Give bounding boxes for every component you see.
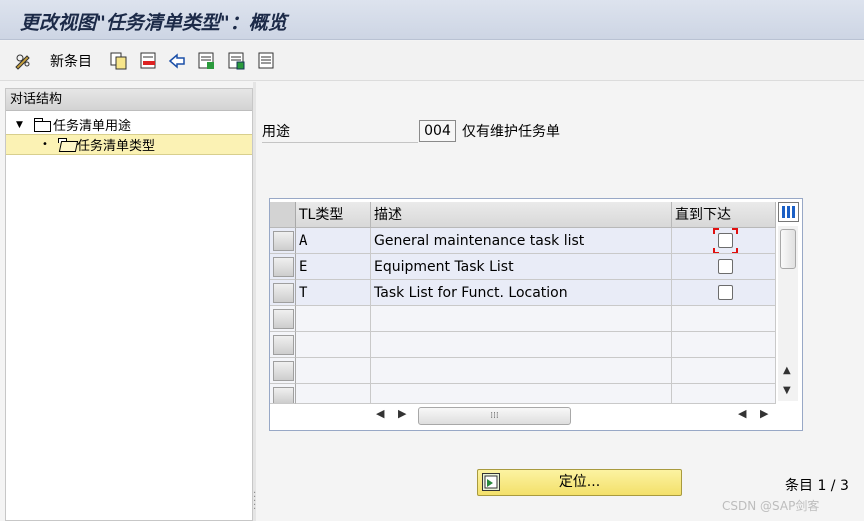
description-cell[interactable] [371, 332, 672, 358]
until-release-cell [672, 384, 776, 404]
usage-field[interactable]: 004 [419, 120, 456, 142]
open-folder-icon [58, 138, 75, 151]
tree-item-task-list-usage[interactable]: ▼ 任务清单用途 [6, 114, 252, 135]
table-row: A General maintenance task list [270, 228, 776, 254]
application-toolbar: 新条目 [0, 41, 864, 81]
select-all-rows-cell[interactable] [270, 202, 296, 228]
scroll-left-icon[interactable]: ◀ [376, 407, 384, 420]
deselect-all-icon [258, 52, 276, 70]
description-cell[interactable]: Equipment Task List [371, 254, 672, 280]
entry-counter: 条目 1 / 3 [785, 478, 849, 494]
tl-type-cell[interactable]: A [296, 228, 371, 254]
splitter-grip-icon: · · · · · [253, 488, 257, 515]
tl-type-cell[interactable] [296, 358, 371, 384]
folder-icon [34, 118, 51, 132]
bullet-icon: • [42, 139, 48, 150]
pencil-glasses-icon [14, 52, 32, 70]
row-selector[interactable] [270, 332, 296, 358]
select-block-icon [228, 52, 246, 70]
until-release-cell [672, 280, 776, 306]
horizontal-scrollbar[interactable]: ◀ ▶ ⁞⁞⁞ ◀ ▶ [370, 405, 775, 425]
empty-table-row [270, 384, 776, 404]
empty-table-row [270, 332, 776, 358]
undo-button[interactable] [168, 51, 186, 71]
column-configuration-icon[interactable] [778, 202, 799, 222]
undo-icon [168, 52, 186, 70]
dialog-structure-panel: 对话结构 ▼ 任务清单用途 • 任务清单类型 [5, 88, 253, 521]
tree-item-label: 任务清单类型 [77, 139, 156, 154]
copy-icon [110, 52, 128, 70]
tree-item-task-list-type[interactable]: • 任务清单类型 [6, 134, 252, 155]
description-cell[interactable] [371, 306, 672, 332]
tl-type-cell[interactable]: E [296, 254, 371, 280]
select-block-button[interactable] [228, 51, 246, 71]
until-release-cell [672, 254, 776, 280]
horizontal-scroll-thumb[interactable]: ⁞⁞⁞ [418, 407, 571, 425]
row-selector[interactable] [270, 358, 296, 384]
scroll-left-end-icon[interactable]: ◀ [738, 407, 746, 420]
tl-type-cell[interactable]: T [296, 280, 371, 306]
dialog-structure-header: 对话结构 [6, 89, 252, 111]
until-release-checkbox[interactable] [718, 233, 733, 248]
until-release-checkbox[interactable] [718, 259, 733, 274]
panel-splitter[interactable]: · · · · · [253, 82, 256, 521]
new-entries-button[interactable]: 新条目 [38, 51, 92, 71]
usage-description: 仅有维护任务单 [462, 124, 560, 140]
table-header-row: TL类型 描述 直到下达 [270, 202, 776, 228]
row-selector[interactable] [270, 254, 296, 280]
tl-type-cell[interactable] [296, 332, 371, 358]
row-selector[interactable] [270, 306, 296, 332]
tl-type-cell[interactable] [296, 306, 371, 332]
until-release-cell [672, 228, 776, 254]
display-change-button[interactable] [14, 51, 32, 71]
scroll-right-icon[interactable]: ▶ [398, 407, 406, 420]
until-release-checkbox[interactable] [718, 285, 733, 300]
expand-triangle-icon[interactable]: ▼ [16, 120, 26, 130]
select-all-icon [198, 52, 216, 70]
column-header-tl-type[interactable]: TL类型 [296, 202, 371, 228]
delete-button[interactable] [140, 51, 158, 71]
tl-type-cell[interactable] [296, 384, 371, 404]
watermark: CSDN @SAP剑客 [722, 499, 820, 513]
table-row: T Task List for Funct. Location [270, 280, 776, 306]
description-cell[interactable]: General maintenance task list [371, 228, 672, 254]
row-selector[interactable] [270, 228, 296, 254]
locate-button-label: 定位... [558, 474, 601, 490]
vertical-scroll-thumb[interactable] [780, 229, 796, 269]
usage-label: 用途 [262, 123, 418, 143]
description-cell[interactable] [371, 384, 672, 404]
table-row: E Equipment Task List [270, 254, 776, 280]
locate-icon [482, 473, 500, 491]
task-list-type-table: TL类型 描述 直到下达 A General maintenance task … [269, 198, 803, 431]
deselect-all-button[interactable] [258, 51, 276, 71]
column-header-description[interactable]: 描述 [371, 202, 672, 228]
until-release-cell [672, 306, 776, 332]
scroll-right-end-icon[interactable]: ▶ [760, 407, 768, 420]
description-cell[interactable] [371, 358, 672, 384]
column-header-until-release[interactable]: 直到下达 [672, 202, 776, 228]
scroll-down-icon[interactable]: ▼ [783, 385, 791, 396]
new-entries-label: 新条目 [50, 54, 92, 70]
row-selector[interactable] [270, 384, 296, 404]
empty-table-row [270, 306, 776, 332]
until-release-cell [672, 332, 776, 358]
copy-button[interactable] [110, 51, 128, 71]
window-title: 更改视图"任务清单类型"：概览 [20, 12, 287, 34]
delete-icon [140, 52, 158, 70]
locate-button[interactable]: 定位... [477, 469, 682, 496]
until-release-cell [672, 358, 776, 384]
empty-table-row [270, 358, 776, 384]
description-cell[interactable]: Task List for Funct. Location [371, 280, 672, 306]
vertical-scrollbar[interactable]: ▲ ▼ [778, 226, 798, 401]
tree-item-label: 任务清单用途 [53, 119, 132, 134]
title-bar: 更改视图"任务清单类型"：概览 [0, 0, 864, 40]
select-all-button[interactable] [198, 51, 216, 71]
row-selector[interactable] [270, 280, 296, 306]
scroll-up-icon[interactable]: ▲ [783, 365, 791, 376]
